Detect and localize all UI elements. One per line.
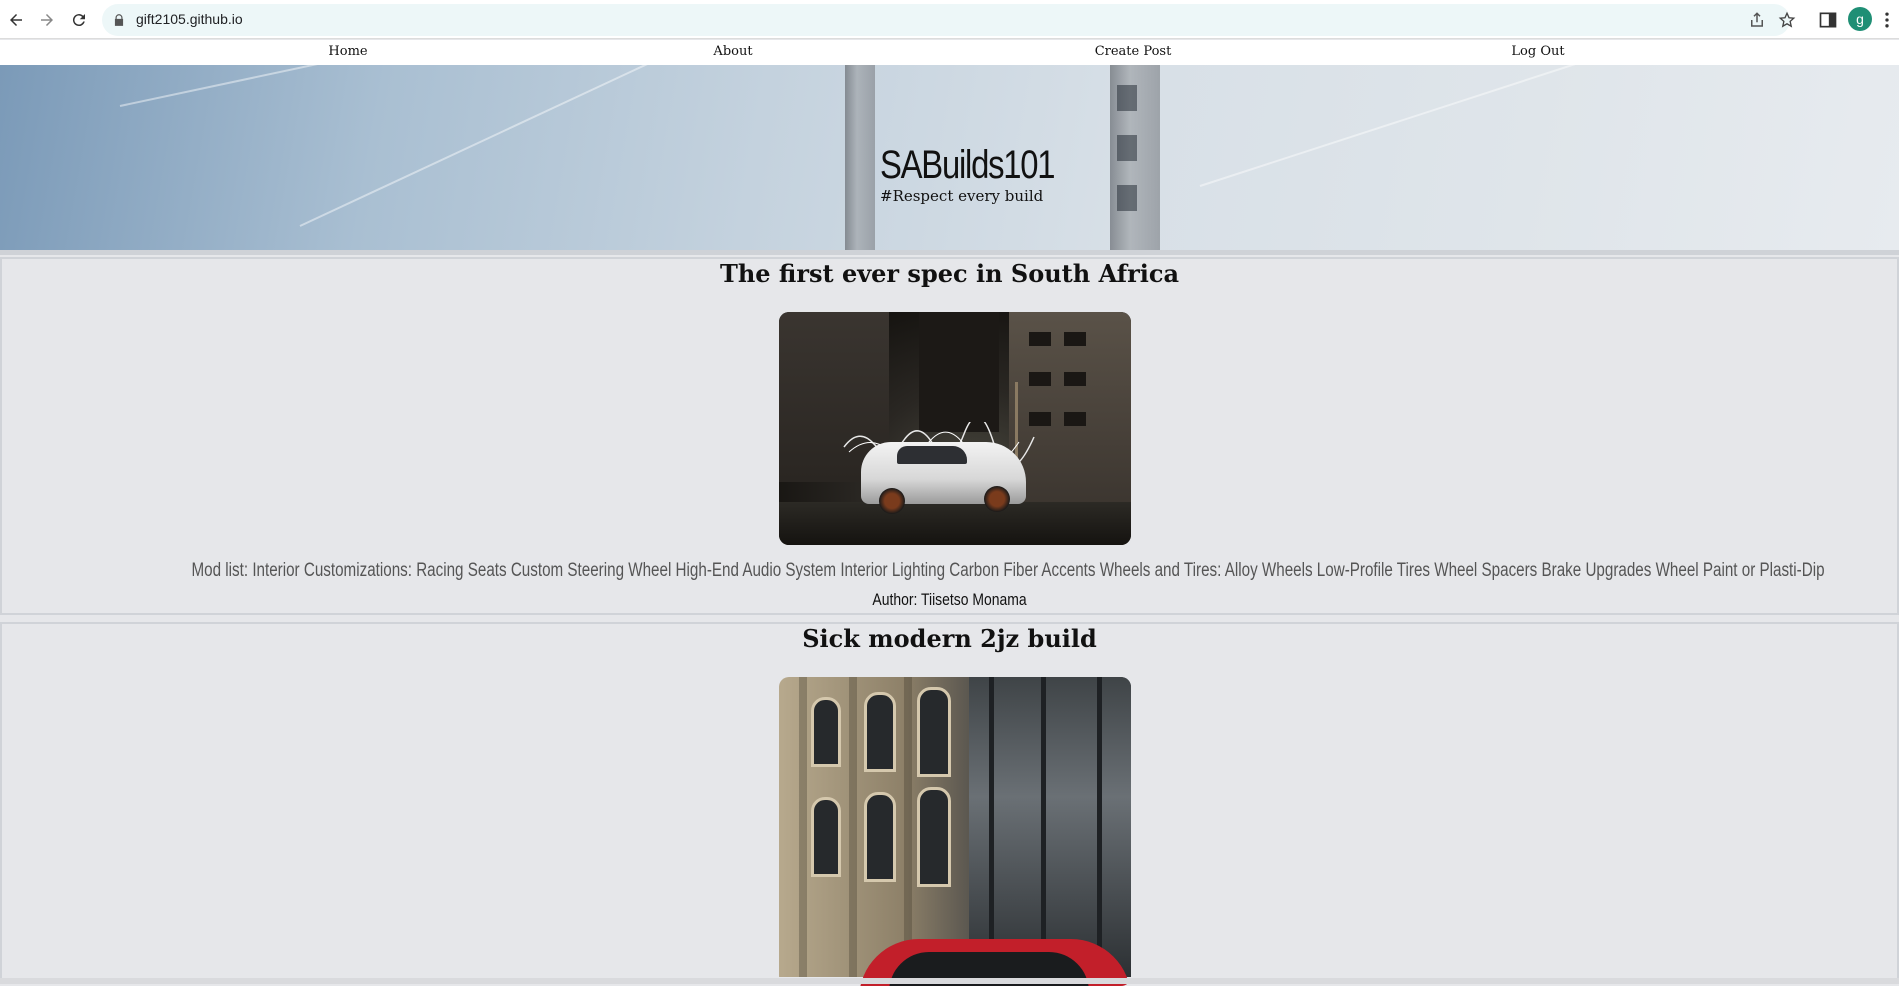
nav-about-link[interactable]: About xyxy=(713,44,752,59)
nav-create-post-link[interactable]: Create Post xyxy=(1095,44,1172,59)
photo-car-window xyxy=(897,446,967,464)
photo-window xyxy=(1029,332,1051,346)
photo-mullion xyxy=(1097,677,1102,977)
photo-car-wheel xyxy=(879,488,905,514)
hero-banner: SABuilds101 #Respect every build xyxy=(0,65,1899,250)
post-author: Author: Tiisetso Monama xyxy=(872,590,1027,609)
photo-facade-column xyxy=(849,677,857,977)
profile-avatar[interactable]: g xyxy=(1848,7,1872,31)
photo-window xyxy=(1064,332,1086,346)
photo-arch-window xyxy=(864,792,896,882)
photo-arch-window xyxy=(917,687,951,777)
car-photo xyxy=(779,677,1131,986)
hero-divider xyxy=(0,250,1899,255)
share-icon[interactable] xyxy=(1748,11,1766,29)
photo-facade-column xyxy=(904,677,912,977)
site-tagline: #Respect every build xyxy=(880,187,1044,205)
reload-icon xyxy=(72,14,85,27)
browser-toolbar: gift2105.github.io g xyxy=(0,0,1899,39)
post-body: Mod list: Interior Customizations: Racin… xyxy=(191,560,1825,581)
site-title: SABuilds101 xyxy=(880,143,1056,187)
post-card: The first ever spec in South Africa Mod … xyxy=(0,257,1899,615)
side-panel-icon[interactable] xyxy=(1818,10,1838,30)
arrow-right-icon xyxy=(41,14,53,26)
arrow-left-icon xyxy=(10,14,22,26)
hero-bg-pillar xyxy=(845,65,875,250)
hero-bg-window xyxy=(1117,185,1137,211)
photo-window xyxy=(1029,372,1051,386)
forward-button[interactable] xyxy=(34,7,60,33)
nav-log-out-link[interactable]: Log Out xyxy=(1511,44,1564,59)
photo-window xyxy=(1064,412,1086,426)
photo-arch-window xyxy=(811,797,841,877)
photo-arch-window xyxy=(811,697,841,767)
post-title: Sick modern 2jz build xyxy=(802,624,1097,653)
bookmark-star-icon[interactable] xyxy=(1778,11,1796,29)
post-card: Sick modern 2jz build xyxy=(0,622,1899,986)
photo-mullion xyxy=(1041,677,1046,977)
site-navbar: Home About Create Post Log Out xyxy=(0,40,1899,65)
post-title: The first ever spec in South Africa xyxy=(719,259,1180,288)
hero-bg-window xyxy=(1117,135,1137,161)
photo-building xyxy=(919,312,999,432)
url-text: gift2105.github.io xyxy=(136,11,243,27)
post-image xyxy=(779,677,1131,986)
hero-bg-beam xyxy=(1199,65,1899,187)
more-vertical-icon[interactable] xyxy=(1880,10,1894,30)
photo-window xyxy=(1064,372,1086,386)
photo-car-wheel xyxy=(984,486,1010,512)
photo-arch-window xyxy=(864,692,896,772)
address-bar[interactable]: gift2105.github.io xyxy=(102,4,1796,36)
post-image xyxy=(779,312,1131,545)
back-button[interactable] xyxy=(3,7,29,33)
nav-home-link[interactable]: Home xyxy=(328,44,367,59)
reload-button[interactable] xyxy=(66,7,92,33)
photo-mullion xyxy=(989,677,994,977)
photo-ground xyxy=(779,502,1131,545)
photo-facade-column xyxy=(799,677,807,977)
car-photo xyxy=(779,312,1131,545)
lock-icon xyxy=(114,14,124,26)
horizontal-scrollbar[interactable] xyxy=(0,978,1899,984)
photo-arch-window xyxy=(917,787,951,887)
hero-bg-window xyxy=(1117,85,1137,111)
